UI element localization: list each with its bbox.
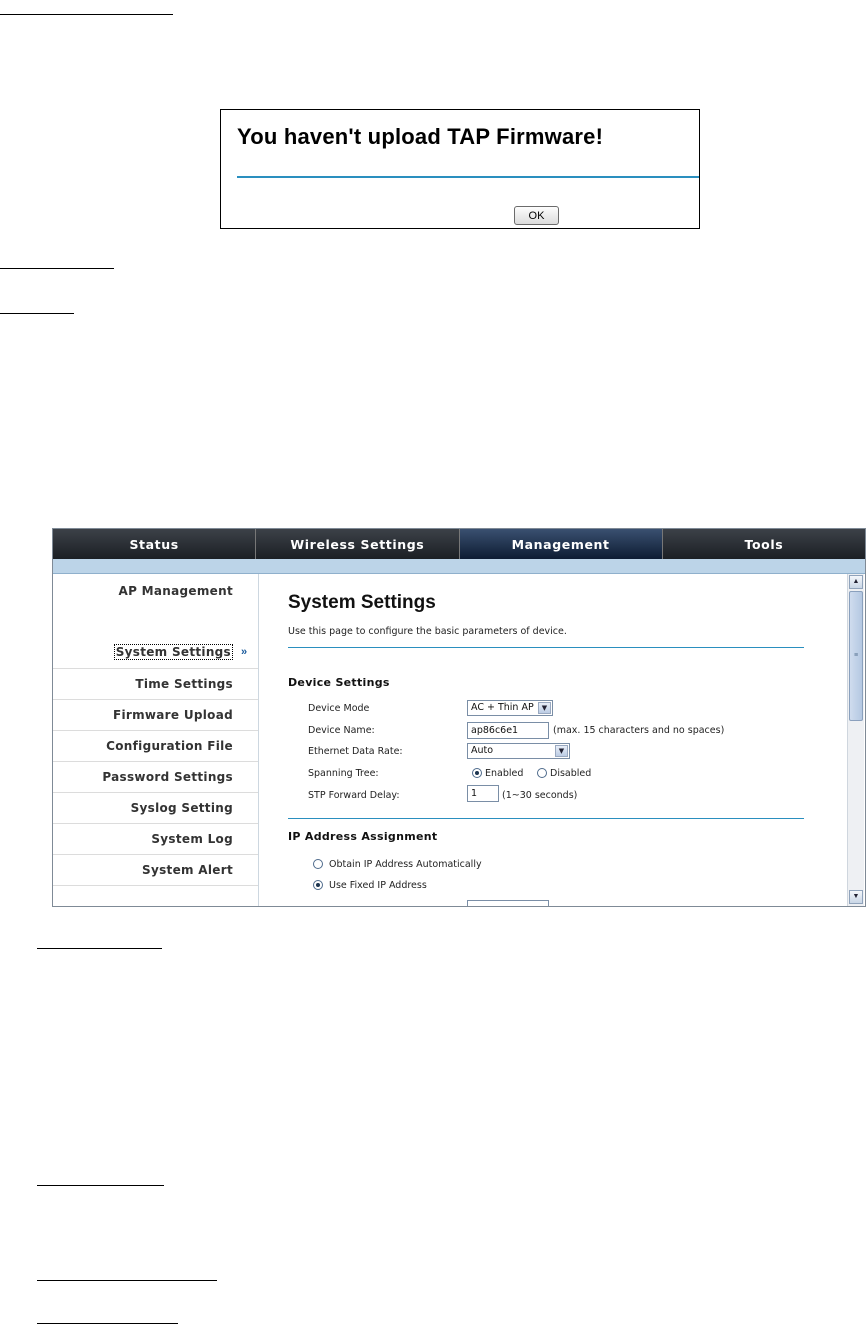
- title-divider: [288, 647, 804, 648]
- sub-nav-bar: [53, 559, 865, 574]
- ethernet-data-rate-label: Ethernet Data Rate:: [308, 746, 403, 757]
- sidebar-item-label: Password Settings: [102, 770, 233, 784]
- sidebar: AP Management System Settings » Time Set…: [53, 574, 258, 906]
- sidebar-item-label: Time Settings: [135, 677, 233, 691]
- sidebar-item-label: System Alert: [142, 863, 233, 877]
- page-description: Use this page to configure the basic par…: [288, 626, 567, 637]
- top-nav-tabs: Status Wireless Settings Management Tool…: [53, 529, 865, 559]
- device-name-label: Device Name:: [308, 725, 375, 736]
- spanning-enabled-label: Enabled: [485, 768, 524, 779]
- obtain-ip-auto-radio[interactable]: [313, 859, 323, 869]
- doc-heading-underline: [37, 1280, 217, 1281]
- alert-message: You haven't upload TAP Firmware!: [237, 124, 604, 149]
- sidebar-item-label: Firmware Upload: [112, 708, 233, 722]
- spanning-disabled-label: Disabled: [550, 768, 592, 779]
- tab-wireless-settings[interactable]: Wireless Settings: [256, 529, 460, 559]
- device-name-hint: (max. 15 characters and no spaces): [553, 725, 725, 736]
- ok-button[interactable]: OK: [514, 206, 559, 225]
- sidebar-item-password-settings[interactable]: Password Settings: [53, 762, 258, 793]
- sidebar-item-syslog-setting[interactable]: Syslog Setting: [53, 793, 258, 824]
- alert-divider: [237, 176, 699, 178]
- sidebar-item-label: Syslog Setting: [130, 801, 233, 815]
- sidebar-item-time-settings[interactable]: Time Settings: [53, 669, 258, 700]
- device-name-input[interactable]: ap86c6e1: [467, 722, 549, 739]
- sidebar-item-label: System Settings: [113, 644, 233, 660]
- sidebar-item-label: Configuration File: [106, 739, 233, 753]
- sidebar-item-label: System Log: [151, 832, 233, 846]
- device-mode-value: AC + Thin AP: [471, 702, 534, 713]
- management-ui: Status Wireless Settings Management Tool…: [52, 528, 866, 907]
- doc-heading-underline: [0, 313, 74, 314]
- stp-forward-delay-hint: (1~30 seconds): [502, 790, 578, 801]
- obtain-ip-auto-label: Obtain IP Address Automatically: [329, 859, 482, 870]
- sidebar-item-configuration-file[interactable]: Configuration File: [53, 731, 258, 762]
- active-arrow-icon: »: [241, 646, 248, 658]
- content-scrollbar[interactable]: ▲ ≡ ▼: [847, 574, 864, 906]
- sidebar-item-system-settings[interactable]: System Settings »: [53, 638, 258, 669]
- scroll-up-arrow-icon[interactable]: ▲: [849, 575, 863, 589]
- stp-forward-delay-label: STP Forward Delay:: [308, 790, 400, 801]
- stp-forward-delay-input[interactable]: 1: [467, 785, 499, 802]
- section-divider: [288, 818, 804, 819]
- sidebar-heading[interactable]: AP Management: [119, 584, 234, 598]
- chevron-down-icon: ▼: [555, 745, 568, 757]
- sidebar-item-system-log[interactable]: System Log: [53, 824, 258, 855]
- sidebar-item-system-alert[interactable]: System Alert: [53, 855, 258, 886]
- ethernet-data-rate-value: Auto: [471, 745, 494, 756]
- doc-heading-underline: [37, 948, 162, 949]
- spanning-disabled-radio[interactable]: [537, 768, 547, 778]
- ip-address-input[interactable]: [467, 900, 549, 906]
- alert-dialog: You haven't upload TAP Firmware! OK: [220, 109, 700, 229]
- content-panel: System Settings Use this page to configu…: [258, 574, 848, 906]
- ethernet-data-rate-select[interactable]: Auto ▼: [467, 743, 570, 759]
- page-title: System Settings: [288, 592, 436, 613]
- section-title-device-settings: Device Settings: [288, 676, 390, 689]
- use-fixed-ip-radio[interactable]: [313, 880, 323, 890]
- scroll-thumb[interactable]: ≡: [849, 591, 863, 721]
- doc-heading-underline: [37, 1185, 164, 1186]
- grip-icon: ≡: [854, 652, 859, 659]
- section-title-ip-assignment: IP Address Assignment: [288, 830, 438, 843]
- tab-tools[interactable]: Tools: [663, 529, 865, 559]
- scroll-down-arrow-icon[interactable]: ▼: [849, 890, 863, 904]
- tab-status[interactable]: Status: [53, 529, 257, 559]
- spanning-tree-label: Spanning Tree:: [308, 768, 379, 779]
- device-mode-label: Device Mode: [308, 703, 370, 714]
- doc-heading-underline: [37, 1323, 178, 1324]
- tab-management[interactable]: Management: [459, 529, 663, 559]
- use-fixed-ip-label: Use Fixed IP Address: [329, 880, 427, 891]
- sidebar-item-firmware-upload[interactable]: Firmware Upload: [53, 700, 258, 731]
- spanning-enabled-radio[interactable]: [472, 768, 482, 778]
- doc-heading-underline: [0, 14, 173, 15]
- chevron-down-icon: ▼: [538, 702, 551, 714]
- device-mode-select[interactable]: AC + Thin AP ▼: [467, 700, 553, 716]
- doc-heading-underline: [0, 268, 114, 269]
